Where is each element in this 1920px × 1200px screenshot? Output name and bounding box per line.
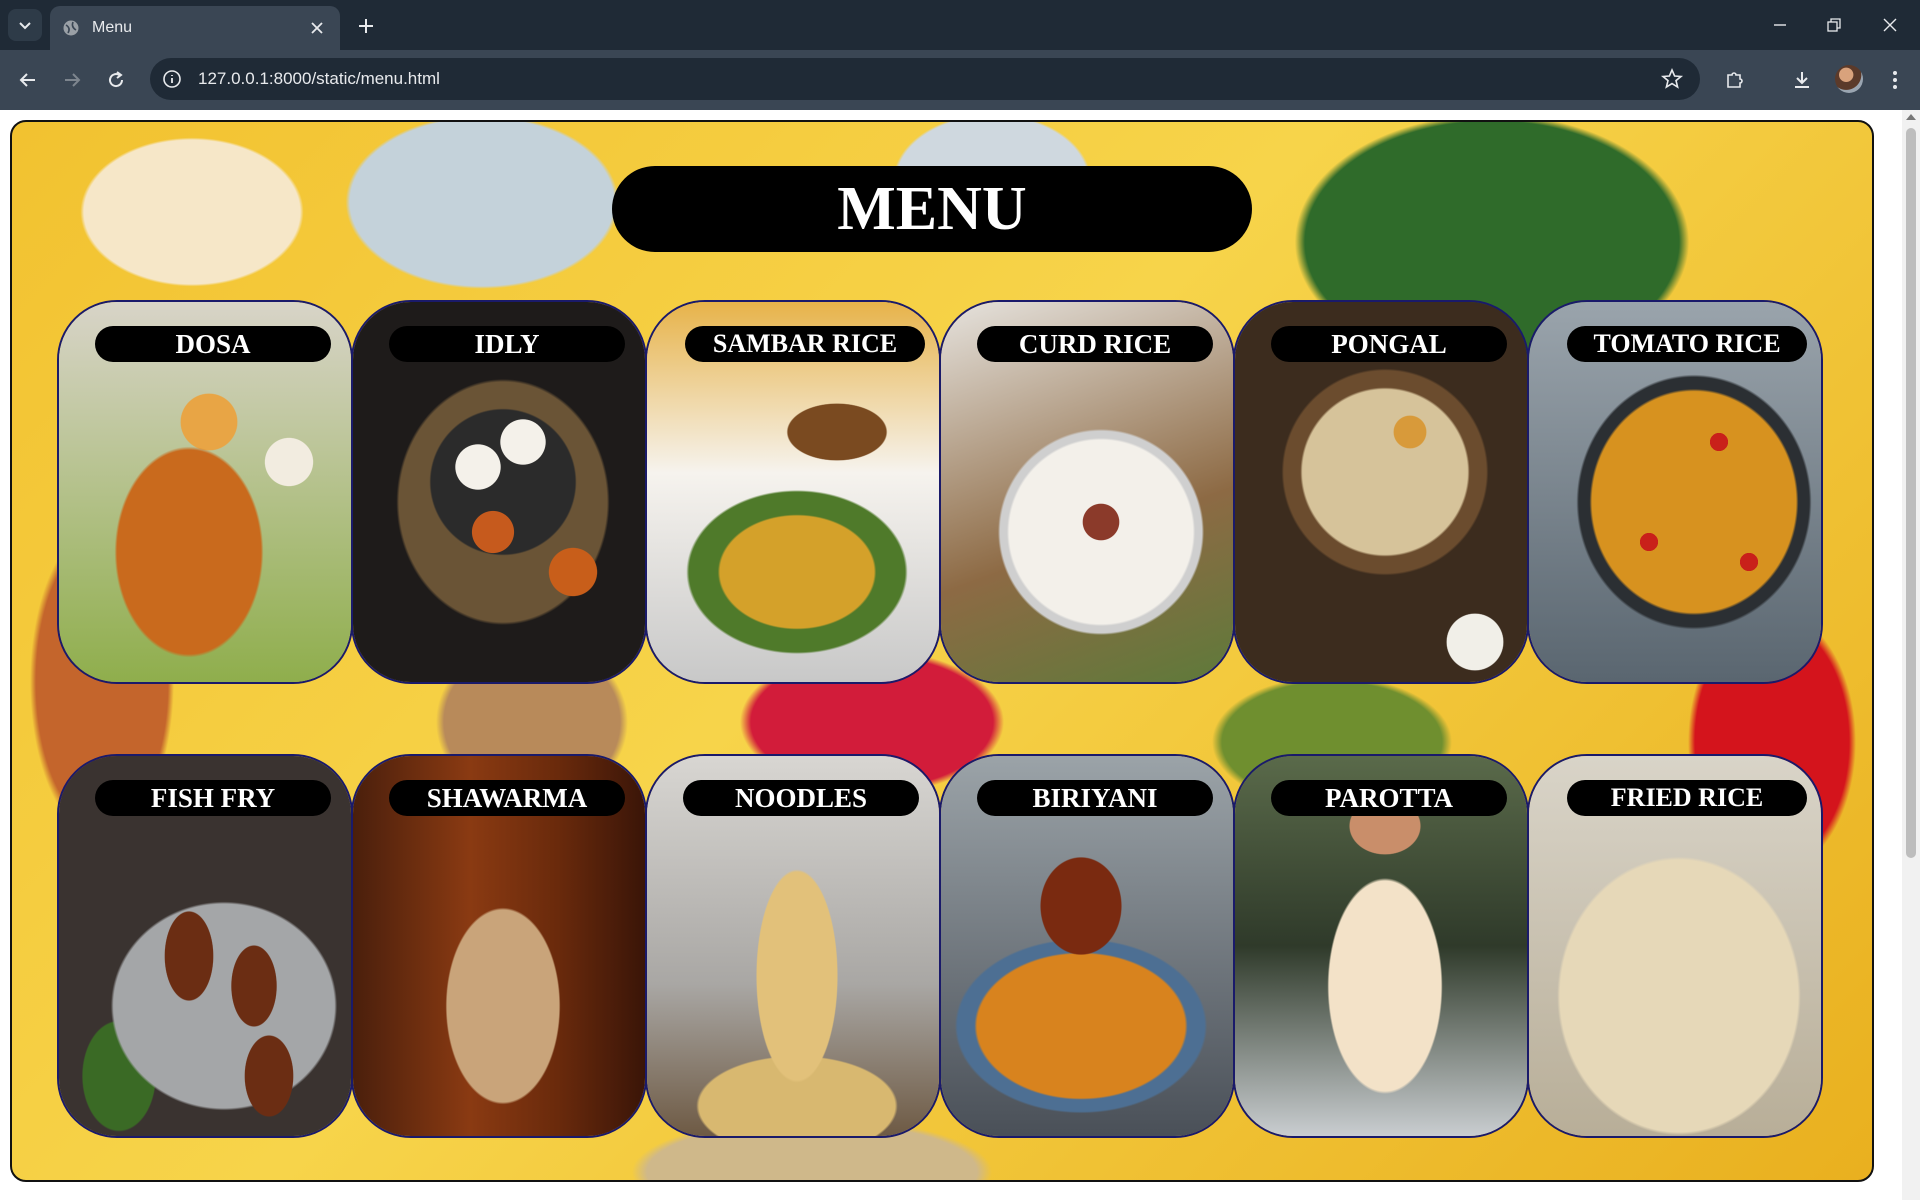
menu-panel: MENU DOSA IDLY SAMBAR RICE CURD RICE PON… bbox=[10, 120, 1874, 1182]
menu-item-label: FRIED RICE bbox=[1567, 780, 1807, 816]
menu-item-label: PONGAL bbox=[1271, 326, 1507, 362]
menu-item-label: SHAWARMA bbox=[389, 780, 625, 816]
browser-tabstrip: Menu bbox=[0, 0, 1920, 50]
menu-item-label: DOSA bbox=[95, 326, 331, 362]
download-icon bbox=[1795, 72, 1809, 88]
menu-item-label: CURD RICE bbox=[977, 326, 1213, 362]
page-viewport: MENU DOSA IDLY SAMBAR RICE CURD RICE PON… bbox=[0, 110, 1920, 1200]
close-tab-button[interactable] bbox=[306, 17, 328, 39]
menu-card-shawarma[interactable]: SHAWARMA bbox=[351, 754, 647, 1138]
menu-card-pongal[interactable]: PONGAL bbox=[1233, 300, 1529, 684]
menu-card-biriyani[interactable]: BIRIYANI bbox=[939, 754, 1235, 1138]
downloads-button[interactable] bbox=[1787, 65, 1817, 95]
menu-item-label: BIRIYANI bbox=[977, 780, 1213, 816]
more-vertical-icon bbox=[1893, 71, 1897, 89]
puzzle-icon bbox=[1727, 72, 1743, 88]
menu-card-parotta[interactable]: PAROTTA bbox=[1233, 754, 1529, 1138]
minimize-icon bbox=[1774, 24, 1786, 26]
tab-title: Menu bbox=[92, 19, 133, 36]
menu-item-label: PAROTTA bbox=[1271, 780, 1507, 816]
scroll-thumb[interactable] bbox=[1906, 128, 1916, 858]
menu-item-label: FISH FRY bbox=[95, 780, 331, 816]
close-icon bbox=[311, 22, 323, 34]
address-bar[interactable]: 127.0.0.1:8000/static/menu.html bbox=[150, 58, 1700, 100]
menu-item-label: TOMATO RICE bbox=[1567, 326, 1807, 362]
plus-icon bbox=[359, 19, 373, 33]
browser-menu-button[interactable] bbox=[1880, 65, 1910, 95]
menu-item-label: IDLY bbox=[389, 326, 625, 362]
scroll-up-arrow[interactable] bbox=[1906, 114, 1916, 120]
back-button[interactable] bbox=[12, 64, 44, 96]
restore-icon bbox=[1827, 18, 1841, 32]
info-icon[interactable] bbox=[162, 69, 182, 89]
forward-button[interactable] bbox=[56, 64, 88, 96]
profile-avatar[interactable] bbox=[1835, 65, 1863, 93]
arrow-right-icon bbox=[65, 73, 81, 87]
menu-title: MENU bbox=[612, 166, 1252, 252]
menu-card-tomato-rice[interactable]: TOMATO RICE bbox=[1527, 300, 1823, 684]
arrow-left-icon bbox=[19, 73, 35, 87]
menu-card-noodles[interactable]: NOODLES bbox=[645, 754, 941, 1138]
tab-menu[interactable]: Menu bbox=[50, 6, 340, 50]
url-text[interactable]: 127.0.0.1:8000/static/menu.html bbox=[198, 69, 1660, 89]
extensions-button[interactable] bbox=[1720, 65, 1750, 95]
close-window-button[interactable] bbox=[1872, 10, 1908, 40]
menu-item-label: NOODLES bbox=[683, 780, 919, 816]
menu-card-idly[interactable]: IDLY bbox=[351, 300, 647, 684]
reload-button[interactable] bbox=[100, 64, 132, 96]
restore-button[interactable] bbox=[1816, 10, 1852, 40]
new-tab-button[interactable] bbox=[352, 12, 380, 40]
browser-toolbar: 127.0.0.1:8000/static/menu.html bbox=[0, 50, 1920, 110]
menu-card-fried-rice[interactable]: FRIED RICE bbox=[1527, 754, 1823, 1138]
globe-icon bbox=[63, 20, 79, 36]
chevron-down-icon bbox=[19, 22, 31, 30]
menu-card-curd-rice[interactable]: CURD RICE bbox=[939, 300, 1235, 684]
menu-card-sambar-rice[interactable]: SAMBAR RICE bbox=[645, 300, 941, 684]
tab-search-button[interactable] bbox=[8, 9, 42, 41]
menu-item-label: SAMBAR RICE bbox=[685, 326, 925, 362]
star-icon[interactable] bbox=[1660, 67, 1684, 91]
reload-icon bbox=[109, 71, 124, 88]
page-scrollbar[interactable] bbox=[1902, 110, 1920, 1200]
minimize-button[interactable] bbox=[1762, 10, 1798, 40]
menu-card-fish-fry[interactable]: FISH FRY bbox=[57, 754, 353, 1138]
close-icon bbox=[1883, 18, 1897, 32]
menu-card-dosa[interactable]: DOSA bbox=[57, 300, 353, 684]
